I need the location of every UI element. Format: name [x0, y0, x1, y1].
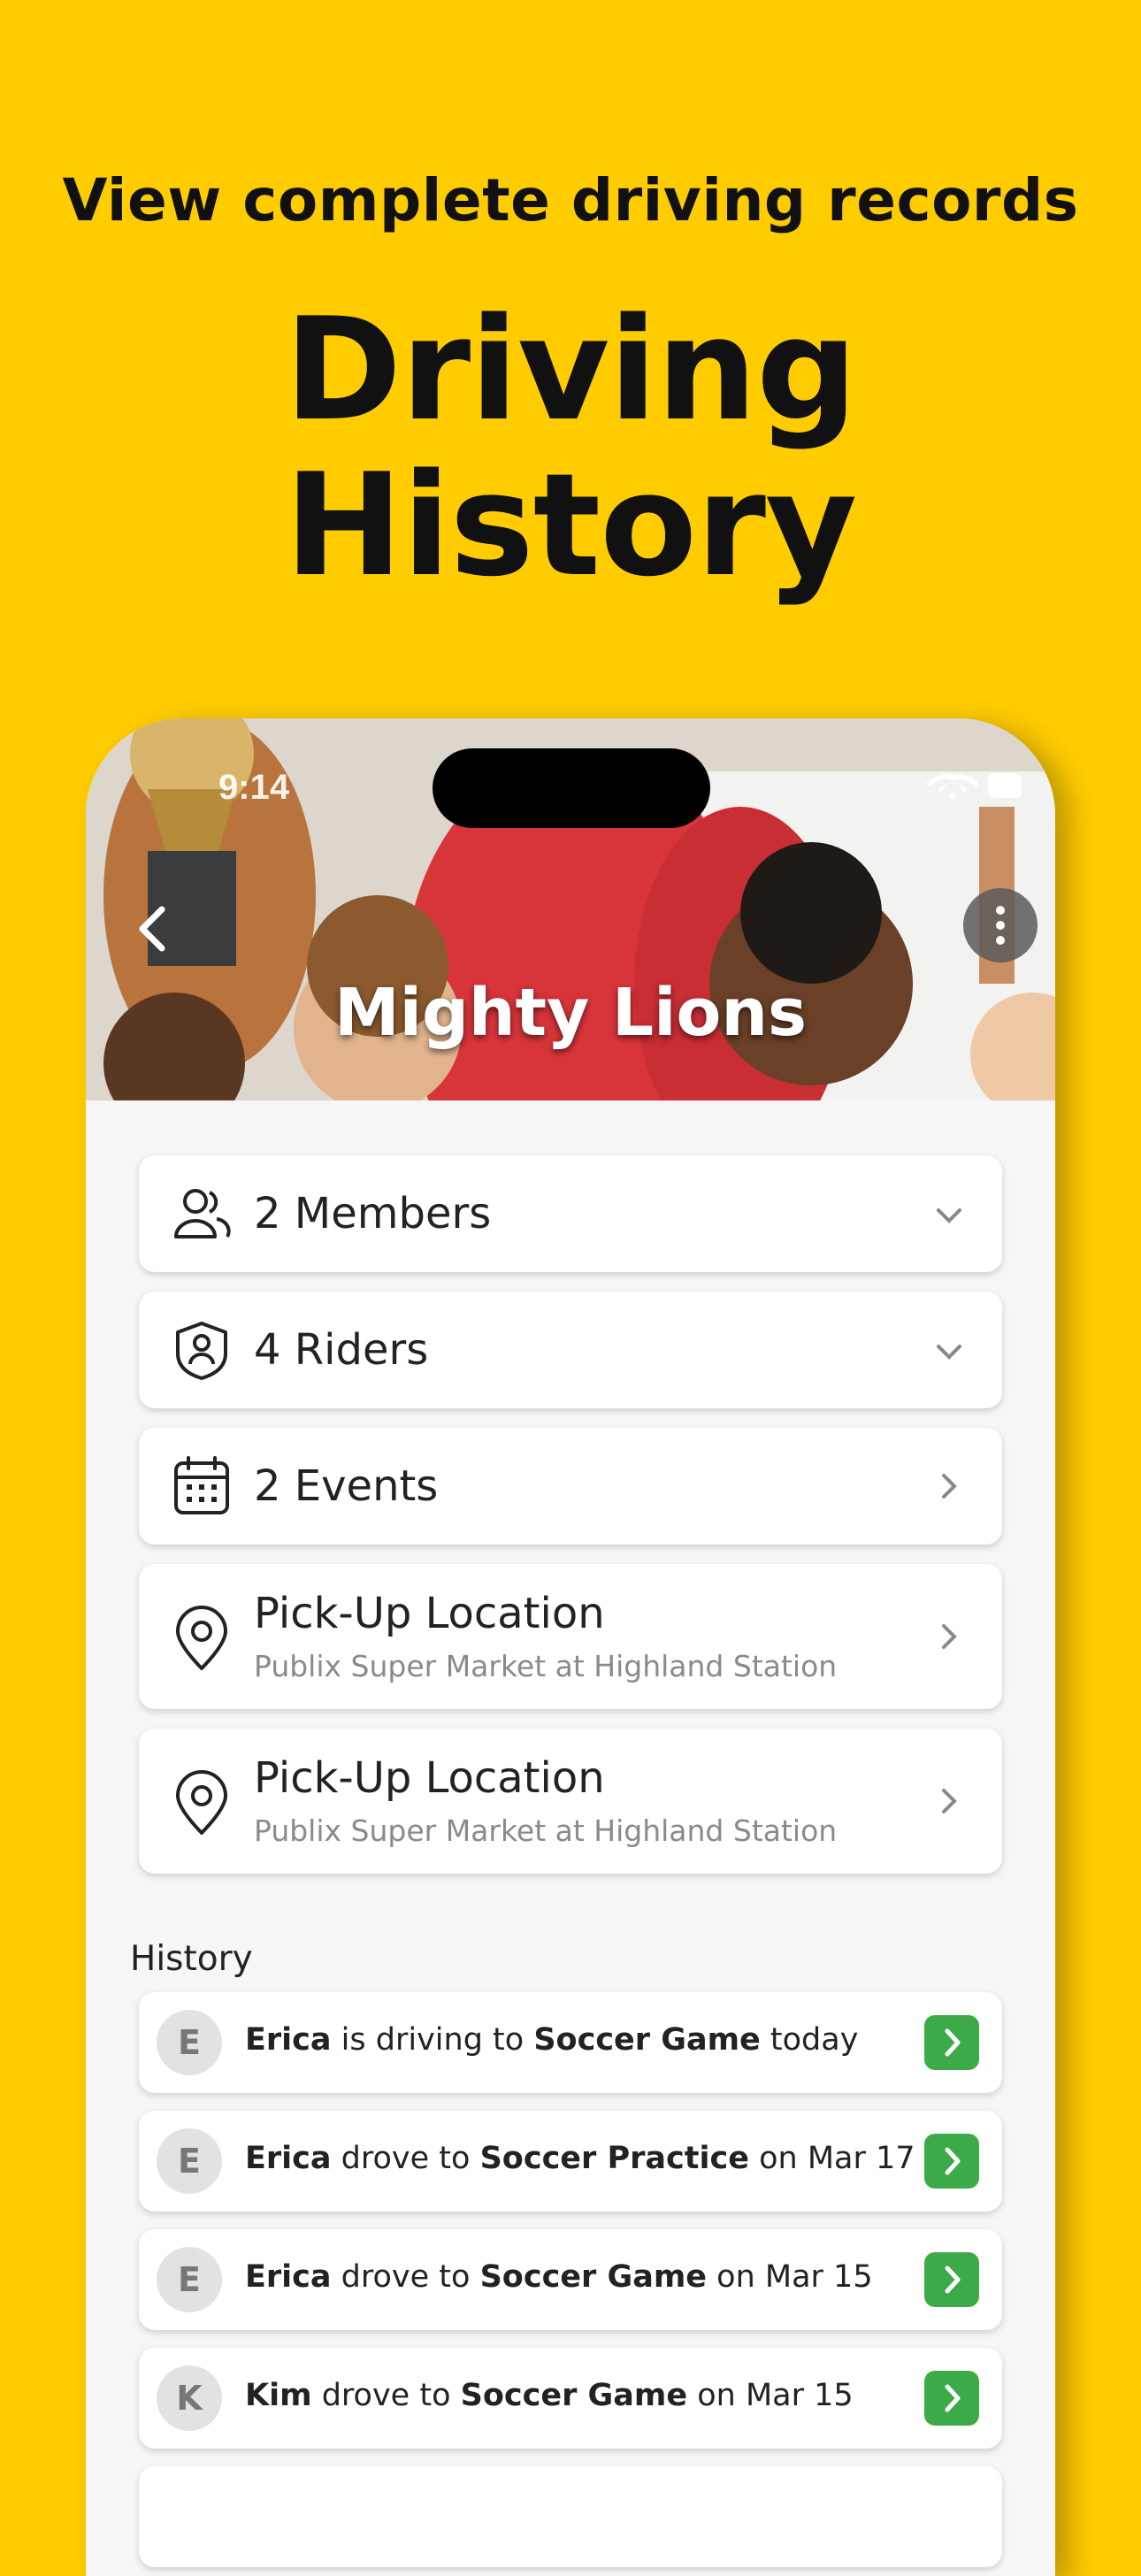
history-row[interactable]: E Erica drove to Soccer Practice on Mar … — [139, 2111, 1002, 2212]
more-options-button[interactable] — [963, 888, 1038, 962]
back-icon[interactable] — [119, 893, 190, 964]
team-hero-image: 9:14 Mighty Lions — [86, 718, 1055, 1100]
avatar: E — [157, 2010, 222, 2075]
chevron-right-icon[interactable] — [924, 2252, 979, 2307]
chevron-down-icon — [937, 1345, 961, 1360]
history-row-partial[interactable] — [139, 2466, 1002, 2567]
riders-card[interactable]: 4 Riders — [139, 1292, 1002, 1408]
history-row[interactable]: E Erica drove to Soccer Game on Mar 15 — [139, 2229, 1002, 2330]
promo-heading: Driving History — [284, 287, 857, 608]
pickup-location-title: Pick-Up Location — [254, 1753, 605, 1803]
users-icon — [174, 1189, 231, 1238]
history-row[interactable]: K Kim drove to Soccer Game on Mar 15 — [139, 2348, 1002, 2449]
rider-badge-icon — [176, 1322, 227, 1380]
calendar-icon — [174, 1456, 229, 1514]
chevron-right-icon[interactable] — [924, 2371, 979, 2426]
chevron-down-icon — [937, 1208, 961, 1223]
pickup-location-title: Pick-Up Location — [254, 1589, 605, 1638]
dynamic-island — [433, 748, 710, 828]
phone-screen: 9:14 Mighty Lions 2 Members 4 Riders 2 E… — [86, 718, 1055, 2576]
avatar: K — [157, 2365, 222, 2431]
battery-icon — [988, 773, 1022, 798]
history-text: Kim drove to Soccer Game on Mar 15 — [245, 2378, 854, 2413]
history-row[interactable]: E Erica is driving to Soccer Game today — [139, 1992, 1002, 2093]
pickup-location-card[interactable]: Pick-Up Location Publix Super Market at … — [139, 1729, 1002, 1874]
history-text: Erica drove to Soccer Practice on Mar 17 — [245, 2141, 915, 2176]
chevron-right-icon[interactable] — [924, 2015, 979, 2070]
wifi-icon — [926, 774, 979, 800]
pickup-location-card[interactable]: Pick-Up Location Publix Super Market at … — [139, 1564, 1002, 1709]
riders-card-title: 4 Riders — [254, 1325, 429, 1375]
status-time: 9:14 — [218, 768, 290, 807]
chevron-right-icon — [942, 1474, 957, 1499]
members-card[interactable]: 2 Members — [139, 1155, 1002, 1272]
chevron-right-icon[interactable] — [924, 2134, 979, 2189]
history-text: Erica is driving to Soccer Game today — [245, 2022, 859, 2058]
chevron-right-icon — [942, 1624, 957, 1649]
events-card-title: 2 Events — [254, 1461, 439, 1511]
avatar: E — [157, 2247, 222, 2312]
promo-subheading: View complete driving records — [62, 166, 1079, 234]
pickup-location-address: Publix Super Market at Highland Station — [254, 1649, 838, 1683]
pickup-location-address: Publix Super Market at Highland Station — [254, 1813, 838, 1848]
history-text: Erica drove to Soccer Game on Mar 15 — [245, 2259, 873, 2295]
team-name: Mighty Lions — [333, 975, 808, 1051]
location-pin-icon — [176, 1770, 227, 1835]
location-pin-icon — [176, 1606, 227, 1670]
avatar: E — [157, 2128, 222, 2194]
history-heading: History — [130, 1939, 253, 1979]
members-card-title: 2 Members — [254, 1189, 492, 1238]
chevron-right-icon — [942, 1789, 957, 1813]
events-card[interactable]: 2 Events — [139, 1428, 1002, 1545]
